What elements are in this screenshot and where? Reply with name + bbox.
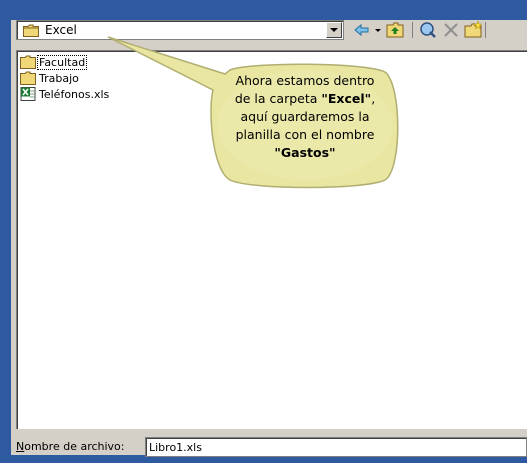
callout-text-span: , [371,91,376,106]
callout-text-span: de la carpeta [234,91,322,106]
callout-line: aquí guardaremos la [240,109,370,124]
filename-label: Nombre de archivo: [16,440,125,453]
callout-line: Ahora estamos dentro [235,73,375,88]
filename-input[interactable] [145,437,527,457]
filename-label-text: ombre de archivo: [24,440,125,453]
callout-text: Ahora estamos dentro de la carpeta "Exce… [210,72,400,192]
filename-label-mnemonic: N [16,440,25,453]
callout-line: "Gastos" [210,144,400,162]
callout-bold: "Gastos" [274,145,336,160]
callout-bold: "Excel" [321,91,372,106]
callout-line: de la carpeta "Excel", [210,90,400,108]
callout-line: planilla con el nombre [235,127,375,142]
callout-balloon [107,36,399,189]
